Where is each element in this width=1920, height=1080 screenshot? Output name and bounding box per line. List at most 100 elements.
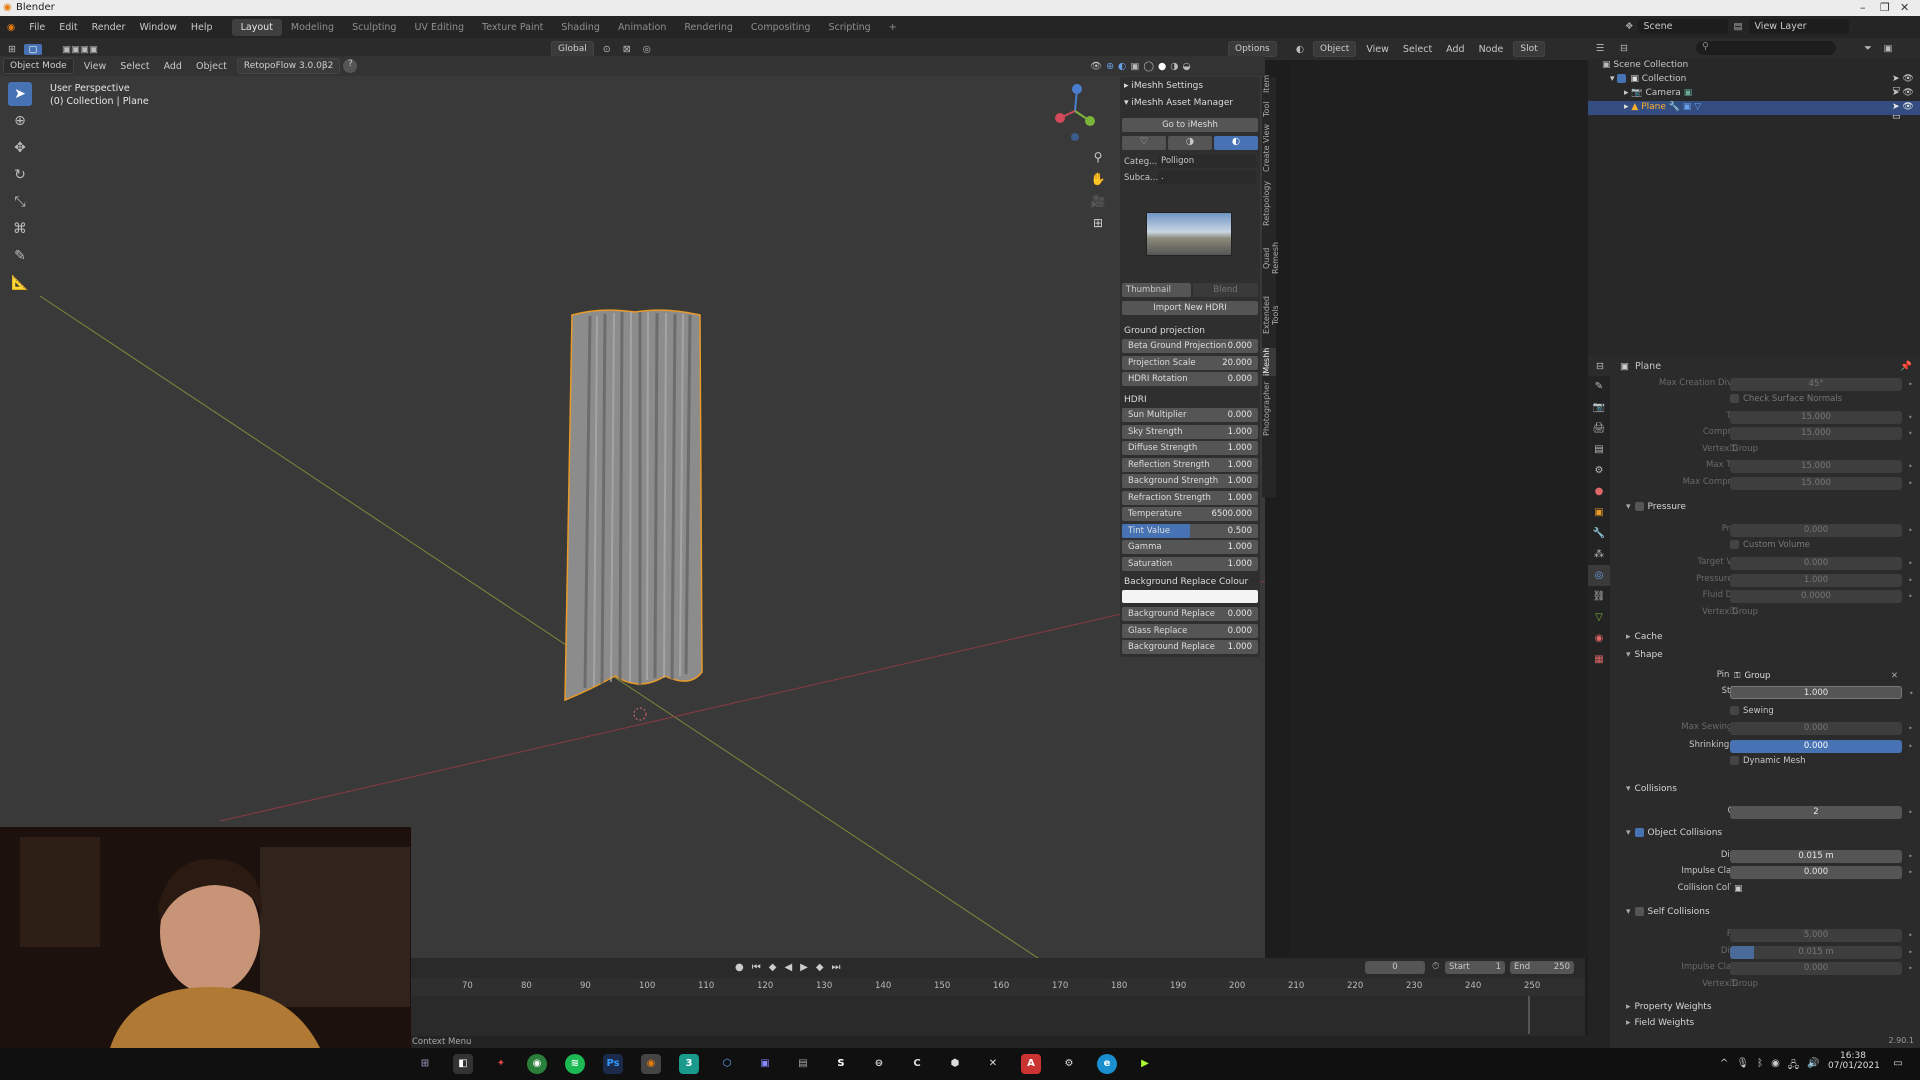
section-checkbox[interactable] [1634, 828, 1644, 837]
keyframe-dot-icon[interactable]: • [1908, 427, 1913, 440]
tab-uv-editing[interactable]: UV Editing [405, 19, 473, 36]
taskbar-app-2-icon[interactable]: ✦ [491, 1054, 511, 1074]
keyframe-dot-icon[interactable]: • [1908, 574, 1913, 587]
replace-field-0[interactable]: Background Replace 0.000 [1122, 607, 1258, 621]
view-layer-selector[interactable]: View Layer [1748, 19, 1849, 34]
annotate-tool-icon[interactable]: ✎ [8, 244, 32, 268]
keyframe-dot-icon[interactable]: • [1908, 477, 1913, 490]
select-box-icon[interactable]: ▢ [24, 43, 42, 55]
thumbnail-button[interactable]: Thumbnail [1122, 283, 1191, 297]
jump-end-icon[interactable]: ⏭ [832, 962, 841, 973]
prop-value-field[interactable]: 0.000 • [1730, 740, 1913, 753]
hdri-field-0[interactable]: Sun Multiplier 0.000 [1122, 408, 1258, 422]
blend-button[interactable]: Blend [1193, 283, 1258, 297]
tab-rendering[interactable]: Rendering [675, 19, 742, 36]
keyframe-prev-icon[interactable]: ◆ [769, 962, 777, 973]
subcategory-dropdown[interactable]: . [1158, 171, 1256, 184]
transform-orientation[interactable]: Global [551, 41, 594, 57]
prop-checkbox[interactable]: Sewing [1730, 706, 1774, 716]
tray-app-icon[interactable]: ◉ [1771, 1058, 1780, 1075]
sidebar-tab-3[interactable]: Create [1262, 145, 1276, 172]
object-tab-icon[interactable]: ▣ [1588, 502, 1610, 523]
navigation-gizmo[interactable] [1050, 81, 1100, 141]
spotify-icon[interactable]: ≋ [565, 1054, 585, 1074]
visibility-icon[interactable]: 👁 [1090, 61, 1102, 72]
editor-type-icon[interactable]: ⊞ [0, 44, 24, 55]
tab-animation[interactable]: Animation [609, 19, 675, 36]
particles-tab-icon[interactable]: ⁂ [1588, 544, 1610, 565]
tray-bluetooth-icon[interactable]: ᛒ [1757, 1058, 1763, 1075]
tray-volume-icon[interactable]: 🔊 [1807, 1058, 1819, 1075]
vertex-group-icon[interactable]: ⚿ [1730, 444, 1737, 454]
constraints-tab-icon[interactable]: ⛓ [1588, 586, 1610, 607]
outliner-row-camera[interactable]: ▸ 📷 Camera ▣ ➤ 👁 ▭ [1624, 88, 1920, 108]
hdri-field-4[interactable]: Background Strength 1.000 [1122, 474, 1258, 488]
selection-mode-icons[interactable]: ▣▣▣▣ [50, 44, 110, 55]
cursor-tool-icon[interactable]: ⊕ [8, 109, 32, 133]
node-menu-node[interactable]: Node [1472, 44, 1511, 55]
imeshh-asset-manager-header[interactable]: ▾ iMeshh Asset Manager [1124, 98, 1233, 108]
menu-edit[interactable]: Edit [52, 22, 84, 33]
sidebar-tab-5[interactable]: Quad Remesh [1262, 234, 1280, 282]
imeshh-settings-header[interactable]: ▸ iMeshh Settings [1124, 81, 1203, 91]
sidebar-tab-1[interactable]: Tool [1262, 96, 1276, 122]
category-dropdown[interactable]: Polligon [1158, 155, 1256, 168]
play-icon[interactable]: ▶ [800, 962, 808, 973]
prop-section-header[interactable]: ▾ Object Collisions [1626, 828, 1722, 838]
prop-section-header[interactable]: ▸ Cache [1626, 632, 1663, 642]
collision-collection-field[interactable]: ▣ [1730, 883, 1902, 896]
clear-icon[interactable]: ✕ [1891, 670, 1898, 683]
hdri-field-7[interactable]: Tint Value 0.500 [1122, 523, 1258, 538]
taskbar-app-9-icon[interactable]: C [907, 1054, 927, 1074]
clock[interactable]: 16:38 07/01/2021 [1828, 1051, 1880, 1071]
hdri-field-3[interactable]: Reflection Strength 1.000 [1122, 457, 1258, 472]
blender-menu-icon[interactable]: ◉ [0, 22, 22, 33]
keyframe-dot-icon[interactable]: • [1908, 557, 1913, 570]
keyframe-dot-icon[interactable]: • [1908, 411, 1913, 424]
jump-start-icon[interactable]: ⏮ [752, 962, 761, 973]
tab-sculpting[interactable]: Sculpting [343, 19, 405, 36]
keyframe-dot-icon[interactable]: • [1908, 866, 1913, 879]
output-tab-icon[interactable]: 🖨 [1588, 418, 1610, 439]
keyframe-dot-icon[interactable]: • [1908, 460, 1913, 473]
prop-value-field[interactable]: 15.000 • [1730, 411, 1913, 424]
keyframe-dot-icon[interactable]: • [1908, 740, 1913, 753]
menu-render[interactable]: Render [85, 22, 133, 33]
world-tab-icon[interactable]: ● [1588, 481, 1610, 502]
sidebar-tab-7[interactable]: iMeshh [1262, 348, 1276, 376]
prop-value-field[interactable]: 15.000 • [1730, 460, 1913, 473]
tab-scripting[interactable]: Scripting [819, 19, 879, 36]
menu-help[interactable]: Help [184, 22, 220, 33]
timeline-ruler[interactable]: 70 80 90 100 110 120 130 140 150 160 170 180 190 200 2… [410, 978, 1585, 996]
prop-value-field[interactable]: 0.0000 • [1730, 590, 1913, 603]
tray-mic-icon[interactable]: 🎙 [1736, 1058, 1749, 1075]
prop-section-header[interactable]: ▾ Self Collisions [1626, 907, 1710, 917]
chrome-icon[interactable]: ◉ [527, 1054, 547, 1074]
start-frame-field[interactable]: Start 1 [1445, 961, 1505, 974]
sidebar-tab-6[interactable]: Extended Tools [1262, 285, 1280, 345]
keyframe-dot-icon[interactable]: • [1908, 850, 1913, 863]
keyframe-dot-icon[interactable]: • [1908, 962, 1913, 975]
tab-modeling[interactable]: Modeling [282, 19, 343, 36]
material-tab-icon[interactable]: ◉ [1588, 628, 1610, 649]
tab-compositing[interactable]: Compositing [742, 19, 820, 36]
vertex-group-icon[interactable]: ⚿ [1730, 979, 1737, 989]
plane-visibility-icons[interactable]: ➤ 👁 ▭ [1892, 102, 1920, 122]
keyframe-dot-icon[interactable]: • [1908, 524, 1913, 537]
node-editor-type-icon[interactable]: ◐ [1290, 44, 1310, 55]
node-menu-add[interactable]: Add [1439, 44, 1471, 55]
keyframe-dot-icon[interactable]: • [1908, 806, 1913, 819]
keyframe-dot-icon[interactable]: • [1909, 687, 1914, 700]
hdri-field-5[interactable]: Refraction Strength 1.000 [1122, 490, 1258, 505]
scene-selector[interactable]: Scene [1637, 19, 1728, 34]
sidebar-tab-4[interactable]: Retopology [1262, 175, 1276, 231]
options-button[interactable]: Options [1228, 41, 1277, 57]
hdri-field-8[interactable]: Gamma 1.000 [1122, 540, 1258, 554]
prop-value-field[interactable]: 0.015 m • [1730, 850, 1913, 863]
model-type-icon[interactable]: ♡ [1122, 136, 1166, 150]
menu-window[interactable]: Window [132, 22, 183, 33]
node-object-selector[interactable]: Object [1313, 41, 1357, 57]
menu-object[interactable]: Object [189, 61, 234, 72]
properties-type-icon[interactable]: ⊟ [1588, 361, 1612, 372]
prop-section-header[interactable]: ▾ Pressure [1626, 502, 1686, 512]
